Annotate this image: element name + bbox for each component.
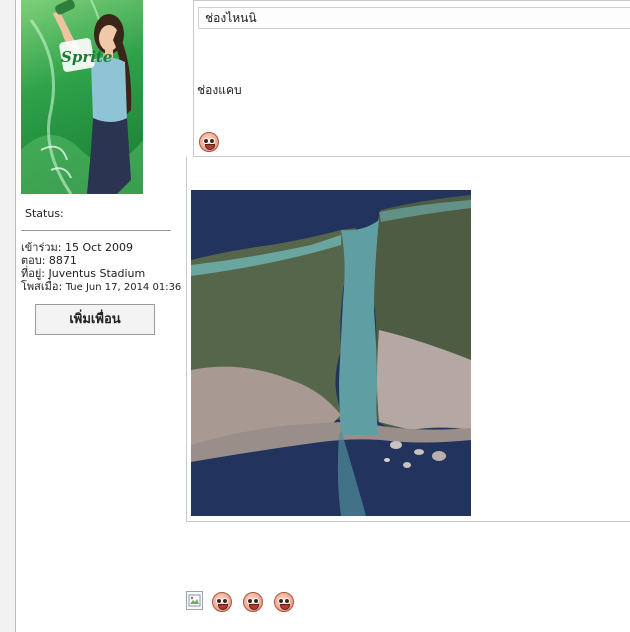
avatar-illustration: Sprite [21, 0, 143, 194]
posted-at-label: โพสเมื่อ: [21, 280, 63, 293]
add-friend-button[interactable]: เพิ่มเพื่อน [35, 304, 155, 335]
quoted-text-field: ช่องไหนนิ [198, 7, 630, 29]
broken-image-icon [186, 591, 203, 610]
posted-at: โพสเมื่อ: Tue Jun 17, 2014 01:36 [21, 280, 181, 294]
smiley-icon [212, 592, 232, 612]
avatar-logo-text: Sprite [61, 48, 112, 66]
quote-box: ช่องไหนนิ ช่องแคบ [193, 0, 630, 157]
left-rail [0, 0, 16, 632]
post-count: ตอบ: 8871 [21, 254, 77, 267]
satellite-image-graphic [191, 190, 471, 516]
user-location: ที่อยู่: Juventus Stadium [21, 267, 146, 280]
joined-date: เข้าร่วม: 15 Oct 2009 [21, 241, 133, 254]
quote-body-text: ช่องแคบ [197, 83, 242, 97]
posted-at-date: Tue Jun 17, 2014 01:36 [65, 282, 182, 293]
smiley-icon [274, 592, 294, 612]
user-profile-column: Sprite Status: เข้าร่วม: 15 Oct 2009 ตอบ… [15, 0, 185, 632]
user-avatar[interactable]: Sprite [21, 0, 143, 194]
smiley-icon [199, 132, 219, 152]
status-label: Status: [25, 207, 64, 220]
smiley-icon [243, 592, 263, 612]
satellite-image[interactable] [191, 190, 471, 516]
profile-divider [21, 230, 171, 231]
